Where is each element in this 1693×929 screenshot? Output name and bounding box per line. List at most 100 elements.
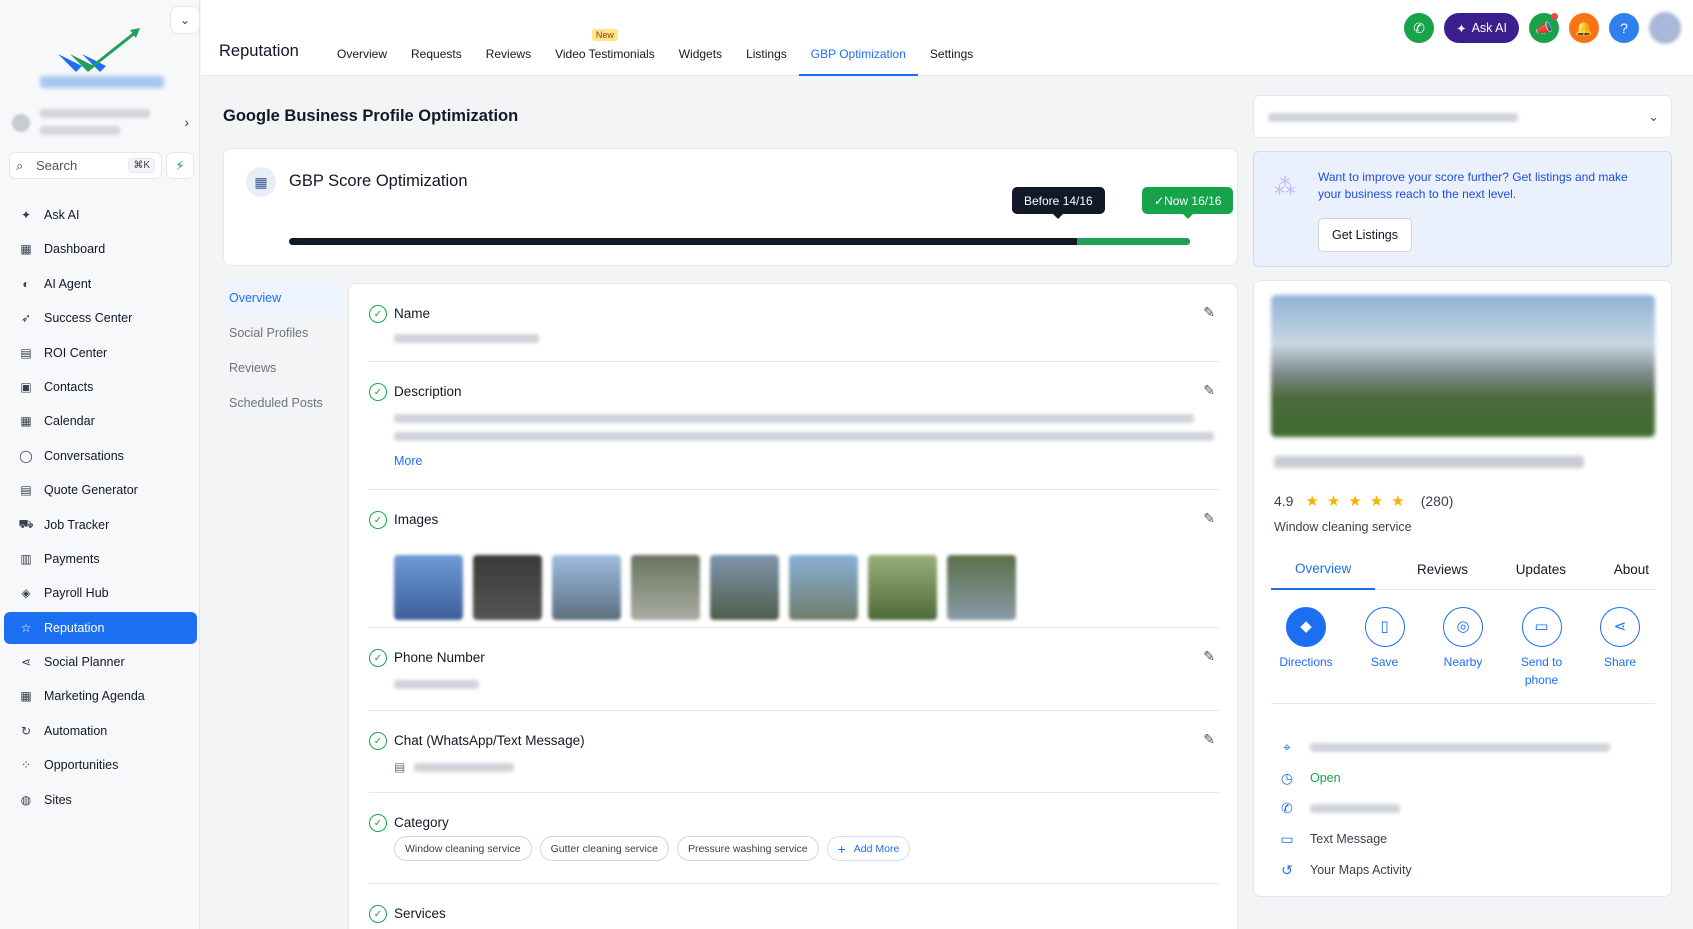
gbp-subnav: Overview Social Profiles Reviews Scheduled … xyxy=(223,283,341,423)
category-chip[interactable]: Window cleaning service xyxy=(394,836,532,861)
phone-icon[interactable]: ✆ xyxy=(1404,13,1435,43)
chevron-right-icon: › xyxy=(184,114,189,130)
score-before-tooltip: Before 14/16 xyxy=(1012,187,1105,219)
image-thumbnail[interactable] xyxy=(789,555,858,620)
sidebar-item-opportunities[interactable]: ⁘ Opportunities xyxy=(4,749,197,781)
sidebar-item-label: Sites xyxy=(44,792,72,807)
image-thumbnail[interactable] xyxy=(552,555,621,620)
sidebar-item-social-planner[interactable]: ⋖ Social Planner xyxy=(4,646,197,678)
save-button[interactable]: ▯ Save xyxy=(1350,607,1420,689)
tab-requests[interactable]: Requests xyxy=(399,0,474,76)
pencil-icon[interactable]: ✎ xyxy=(1203,648,1215,665)
image-thumbnail[interactable] xyxy=(947,555,1016,620)
quick-action-bolt-icon[interactable]: ⚡ xyxy=(166,152,194,179)
directions-button[interactable]: ◆ Directions xyxy=(1271,607,1341,689)
subnav-social-profiles[interactable]: Social Profiles xyxy=(223,318,341,348)
tab-label: Widgets xyxy=(678,47,723,61)
image-thumbnail[interactable] xyxy=(631,555,700,620)
tracker-icon: ⛟ xyxy=(18,516,34,531)
search-input[interactable]: ⌕ Search ⌘K xyxy=(9,152,162,179)
biz-tab-updates[interactable]: Updates xyxy=(1510,548,1572,590)
image-thumbnail[interactable] xyxy=(868,555,937,620)
sidebar-item-conversations[interactable]: ◯ Conversations xyxy=(4,440,197,472)
sidebar-item-label: Calendar xyxy=(44,414,95,429)
tab-label: Settings xyxy=(929,47,974,61)
category-chip[interactable]: Pressure washing service xyxy=(676,836,819,861)
add-more-button[interactable]: + Add More xyxy=(826,836,911,861)
ask-ai-button[interactable]: ✦ Ask AI xyxy=(1444,13,1519,43)
address-blurred xyxy=(1310,742,1610,752)
tab-reviews[interactable]: Reviews xyxy=(474,0,543,76)
promo-text: Want to improve your score further? Get … xyxy=(1318,170,1628,201)
rating-row: 4.9 ★★★★★ (280) xyxy=(1274,492,1453,510)
sidebar-item-reputation[interactable]: ☆ Reputation xyxy=(4,611,197,644)
sidebar-item-ask-ai[interactable]: ✦ Ask AI xyxy=(4,199,197,231)
biz-tab-reviews[interactable]: Reviews xyxy=(1411,548,1474,590)
payroll-icon: ◈ xyxy=(21,586,31,601)
phone-row[interactable]: ✆ xyxy=(1278,797,1400,819)
send-to-phone-button[interactable]: ▭ Send to phone xyxy=(1507,607,1577,689)
location-select[interactable]: ⌄ xyxy=(1253,95,1672,138)
tab-widgets[interactable]: Widgets xyxy=(667,0,734,76)
sidebar-item-payments[interactable]: ▥ Payments xyxy=(4,543,197,575)
search-placeholder: Search xyxy=(36,158,78,173)
check-circle-icon: ✓ xyxy=(369,511,387,529)
share-button[interactable]: ⋖ Share xyxy=(1585,607,1655,689)
pencil-icon[interactable]: ✎ xyxy=(1203,510,1215,527)
field-services: ✓ Services xyxy=(369,884,1219,929)
sidebar-item-success-center[interactable]: ➶ Success Center xyxy=(4,302,197,334)
subnav-reviews[interactable]: Reviews xyxy=(223,353,341,383)
sidebar-item-ai-agent[interactable]: ◐ AI Agent xyxy=(4,268,197,300)
sidebar-item-automation[interactable]: ↻ Automation xyxy=(4,715,197,747)
tab-settings[interactable]: Settings xyxy=(918,0,985,76)
field-label: Category xyxy=(394,815,449,830)
image-thumbnail[interactable] xyxy=(473,555,542,620)
nearby-button[interactable]: ◎ Nearby xyxy=(1428,607,1498,689)
account-switcher[interactable]: › xyxy=(10,104,195,142)
image-thumbnail[interactable] xyxy=(710,555,779,620)
user-avatar[interactable] xyxy=(1649,12,1681,44)
sidebar-item-roi-center[interactable]: ▤ ROI Center xyxy=(4,337,197,369)
hours-row[interactable]: ◷ Open xyxy=(1278,767,1341,789)
category-chip[interactable]: Gutter cleaning service xyxy=(539,836,669,861)
address-row[interactable]: ⌖ xyxy=(1278,736,1610,758)
get-listings-button[interactable]: Get Listings xyxy=(1318,218,1413,252)
megaphone-icon[interactable]: 📣 xyxy=(1529,13,1559,43)
image-thumbnail[interactable] xyxy=(394,555,463,620)
account-switch-chevron-icon[interactable]: ⌄ xyxy=(170,6,200,34)
sidebar-item-contacts[interactable]: ▣ Contacts xyxy=(4,371,197,403)
sidebar-item-label: AI Agent xyxy=(44,276,92,291)
pencil-icon[interactable]: ✎ xyxy=(1203,304,1215,321)
sidebar-item-label: Payroll Hub xyxy=(44,586,109,601)
sidebar-item-payroll-hub[interactable]: ◈ Payroll Hub xyxy=(4,577,197,609)
biz-tab-overview[interactable]: Overview xyxy=(1271,548,1376,590)
subnav-scheduled-posts[interactable]: Scheduled Posts xyxy=(223,388,341,418)
action-label: Save xyxy=(1370,655,1399,669)
text-message-row[interactable]: ▭ Text Message xyxy=(1278,828,1387,850)
sidebar-item-quote-generator[interactable]: ▤ Quote Generator xyxy=(4,474,197,506)
subnav-overview[interactable]: Overview xyxy=(223,283,341,313)
sidebar-item-dashboard[interactable]: ▦ Dashboard xyxy=(4,233,197,265)
biz-tab-about[interactable]: About xyxy=(1608,548,1655,590)
help-label: ? xyxy=(1620,20,1628,36)
check-circle-icon: ✓ xyxy=(369,649,387,667)
tab-gbp-optimization[interactable]: GBP Optimization xyxy=(798,0,918,76)
pencil-icon[interactable]: ✎ xyxy=(1203,731,1215,748)
pencil-icon[interactable]: ✎ xyxy=(1203,382,1215,399)
page-title: Reputation xyxy=(219,42,299,60)
sidebar-item-label: Reputation xyxy=(44,620,105,635)
sidebar-item-sites[interactable]: ◍ Sites xyxy=(4,784,197,816)
directions-icon: ◆ xyxy=(1286,607,1326,647)
sidebar-item-marketing-agenda[interactable]: ▦ Marketing Agenda xyxy=(4,680,197,712)
sidebar-item-label: Conversations xyxy=(44,448,124,463)
tab-overview[interactable]: Overview xyxy=(325,0,399,76)
tab-video-testimonials[interactable]: New Video Testimonials xyxy=(543,0,667,76)
sidebar-item-job-tracker[interactable]: ⛟ Job Tracker xyxy=(4,509,197,541)
tab-listings[interactable]: Listings xyxy=(734,0,799,76)
help-icon[interactable]: ? xyxy=(1609,13,1639,43)
maps-activity-row[interactable]: ↺ Your Maps Activity xyxy=(1278,859,1412,881)
sidebar-item-calendar[interactable]: ▦ Calendar xyxy=(4,405,197,437)
bell-icon[interactable]: 🔔 xyxy=(1569,13,1599,43)
message-icon: ▤ xyxy=(394,760,406,774)
description-more-link[interactable]: More xyxy=(394,454,422,468)
